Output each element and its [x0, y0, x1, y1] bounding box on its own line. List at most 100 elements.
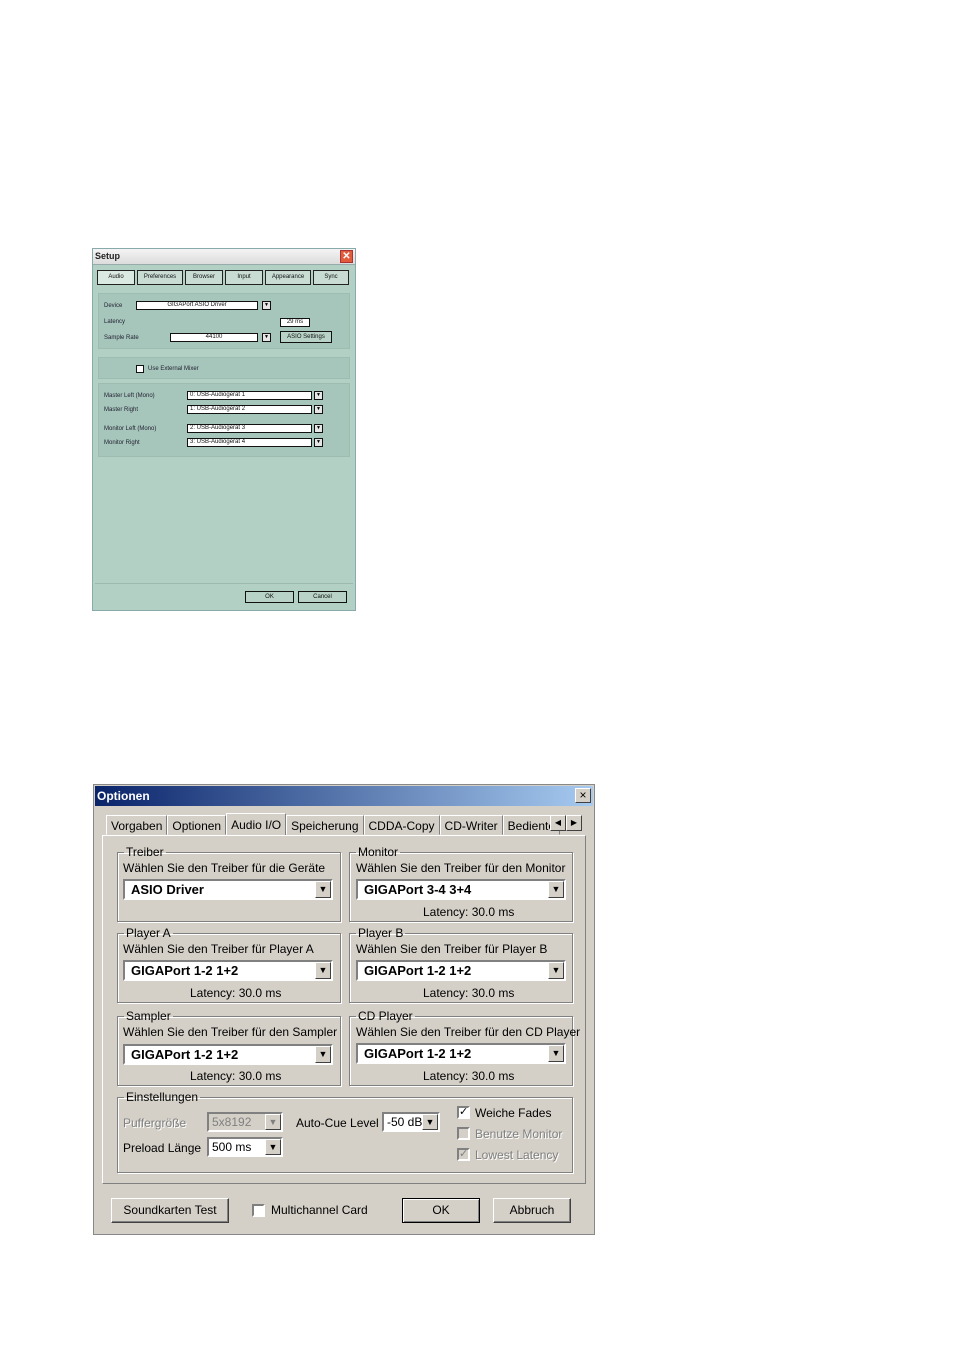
monitor-left-dropdown-icon[interactable]: ▼: [314, 424, 323, 433]
optionen-close-icon[interactable]: ×: [575, 788, 591, 803]
monitor-select[interactable]: GIGAPort 3-4 3+4 ▼: [356, 879, 566, 900]
tab-cd-writer[interactable]: CD-Writer: [439, 815, 503, 835]
autocue-select[interactable]: -50 dB ▼: [382, 1112, 440, 1132]
cd-player-desc: Wählen Sie den Treiber für den CD Player: [356, 1025, 581, 1039]
cd-player-select[interactable]: GIGAPort 1-2 1+2 ▼: [356, 1043, 566, 1064]
treiber-select[interactable]: ASIO Driver ▼: [123, 879, 333, 900]
cd-player-latency: Latency: 30.0 ms: [423, 1069, 515, 1083]
master-left-dropdown-icon[interactable]: ▼: [314, 391, 323, 400]
puffergroesse-select: 5x8192 ▼: [207, 1112, 283, 1132]
sample-rate-dropdown-icon[interactable]: ▼: [262, 333, 271, 342]
tab-scroll-right-icon[interactable]: ▶: [566, 815, 582, 831]
sampler-latency: Latency: 30.0 ms: [190, 1069, 282, 1083]
device-select[interactable]: GIGAPort ASIO Driver: [136, 301, 258, 310]
autocue-dropdown-icon[interactable]: ▼: [422, 1114, 438, 1130]
sampler-value: GIGAPort 1-2 1+2: [131, 1047, 239, 1062]
monitor-latency: Latency: 30.0 ms: [423, 905, 515, 919]
optionen-ok-button[interactable]: OK: [402, 1198, 480, 1223]
puffergroesse-value: 5x8192: [212, 1115, 252, 1129]
sampler-dropdown-icon[interactable]: ▼: [315, 1046, 331, 1063]
treiber-dropdown-icon[interactable]: ▼: [315, 881, 331, 898]
setup-tabs: Audio Preferences Browser Input Appearan…: [97, 270, 349, 285]
sampler-select[interactable]: GIGAPort 1-2 1+2 ▼: [123, 1044, 333, 1065]
monitor-right-dropdown-icon[interactable]: ▼: [314, 438, 323, 447]
cd-player-dropdown-icon[interactable]: ▼: [548, 1045, 564, 1062]
optionen-abbruch-button[interactable]: Abbruch: [493, 1198, 571, 1223]
setup-cancel-button[interactable]: Cancel: [298, 591, 347, 603]
preload-dropdown-icon[interactable]: ▼: [265, 1139, 281, 1155]
master-right-select[interactable]: 1: USB-Audiogerät 2: [187, 405, 312, 414]
monitor-value: GIGAPort 3-4 3+4: [364, 882, 472, 897]
setup-ok-button[interactable]: OK: [245, 591, 294, 603]
tab-optionen[interactable]: Optionen: [167, 815, 227, 835]
audio-io-panel: Treiber Wählen Sie den Treiber für die G…: [102, 835, 586, 1184]
setup-tab-audio[interactable]: Audio: [97, 270, 135, 285]
tab-scroll-left-icon[interactable]: ◀: [550, 815, 566, 831]
sample-rate-select[interactable]: 44100: [170, 333, 258, 342]
setup-footer-divider: [95, 583, 353, 584]
tab-speicherung[interactable]: Speicherung: [286, 815, 364, 835]
player-a-desc: Wählen Sie den Treiber für Player A: [123, 942, 314, 956]
latency-value: 29 ms: [280, 318, 310, 327]
preload-select[interactable]: 500 ms ▼: [207, 1137, 283, 1157]
monitor-desc: Wählen Sie den Treiber für den Monitor: [356, 861, 566, 875]
optionen-dialog: Optionen × Vorgaben Optionen Audio I/O S…: [93, 784, 595, 1235]
tab-vorgaben[interactable]: Vorgaben: [106, 815, 168, 835]
player-a-latency: Latency: 30.0 ms: [190, 986, 282, 1000]
cd-player-legend: CD Player: [358, 1009, 413, 1023]
multichannel-card-label: Multichannel Card: [271, 1203, 368, 1217]
setup-dialog: Setup ✕ Audio Preferences Browser Input …: [92, 248, 356, 611]
setup-tab-browser[interactable]: Browser: [185, 270, 223, 285]
player-a-dropdown-icon[interactable]: ▼: [315, 962, 331, 979]
treiber-legend: Treiber: [126, 845, 164, 859]
soundkarten-test-button[interactable]: Soundkarten Test: [111, 1198, 229, 1223]
optionen-tabs: Vorgaben Optionen Audio I/O Speicherung …: [106, 813, 560, 836]
tab-audio-io[interactable]: Audio I/O: [226, 813, 287, 836]
player-b-legend: Player B: [358, 926, 404, 940]
cd-player-value: GIGAPort 1-2 1+2: [364, 1046, 472, 1061]
setup-titlebar: Setup ✕: [93, 249, 355, 265]
setup-mixer-panel: Use External Mixer: [98, 357, 350, 379]
player-b-value: GIGAPort 1-2 1+2: [364, 963, 472, 978]
autocue-value: -50 dB: [387, 1115, 423, 1129]
treiber-value: ASIO Driver: [131, 882, 204, 897]
monitor-dropdown-icon[interactable]: ▼: [548, 881, 564, 898]
master-left-select[interactable]: 0: USB-Audiogerät 1: [187, 391, 312, 400]
player-b-dropdown-icon[interactable]: ▼: [548, 962, 564, 979]
monitor-right-label: Monitor Right: [104, 440, 140, 446]
latency-label: Latency: [104, 319, 126, 325]
weiche-fades-checkbox[interactable]: ✓: [457, 1106, 470, 1119]
preload-value: 500 ms: [212, 1140, 252, 1154]
use-external-mixer-checkbox[interactable]: [136, 365, 144, 373]
setup-close-icon[interactable]: ✕: [340, 250, 353, 263]
sample-rate-label: Sample Rate: [104, 335, 139, 341]
asio-settings-button[interactable]: ASIO Settings: [280, 331, 332, 343]
monitor-right-select[interactable]: 3: USB-Audiogerät 4: [187, 438, 312, 447]
optionen-titlebar: Optionen ×: [95, 786, 593, 806]
sampler-desc: Wählen Sie den Treiber für den Sampler: [123, 1025, 338, 1039]
multichannel-card-checkbox[interactable]: [252, 1204, 265, 1217]
tab-scroll-arrows: ◀ ▶: [550, 815, 582, 831]
tab-cdda-copy[interactable]: CDDA-Copy: [363, 815, 440, 835]
setup-title: Setup: [95, 251, 121, 261]
player-a-select[interactable]: GIGAPort 1-2 1+2 ▼: [123, 960, 333, 981]
setup-tab-input[interactable]: Input: [225, 270, 263, 285]
player-b-latency: Latency: 30.0 ms: [423, 986, 515, 1000]
autocue-label: Auto-Cue Level: [296, 1116, 379, 1130]
player-b-select[interactable]: GIGAPort 1-2 1+2 ▼: [356, 960, 566, 981]
master-right-dropdown-icon[interactable]: ▼: [314, 405, 323, 414]
treiber-desc: Wählen Sie den Treiber für die Geräte: [123, 861, 326, 875]
setup-tab-sync[interactable]: Sync: [313, 270, 349, 285]
device-dropdown-icon[interactable]: ▼: [262, 301, 271, 310]
weiche-fades-label: Weiche Fades: [475, 1106, 552, 1120]
master-right-label: Master Right: [104, 407, 139, 413]
monitor-left-select[interactable]: 2: USB-Audiogerät 3: [187, 424, 312, 433]
setup-tab-appearance[interactable]: Appearance: [265, 270, 311, 285]
puffergroesse-label: Puffergröße: [123, 1116, 187, 1130]
benutze-monitor-label: Benutze Monitor: [475, 1127, 563, 1141]
use-external-mixer-label: Use External Mixer: [148, 366, 199, 372]
setup-tab-preferences[interactable]: Preferences: [137, 270, 183, 285]
player-a-value: GIGAPort 1-2 1+2: [131, 963, 239, 978]
setup-routing-panel: Master Left (Mono) 0: USB-Audiogerät 1 ▼…: [98, 383, 350, 457]
sampler-legend: Sampler: [126, 1009, 171, 1023]
